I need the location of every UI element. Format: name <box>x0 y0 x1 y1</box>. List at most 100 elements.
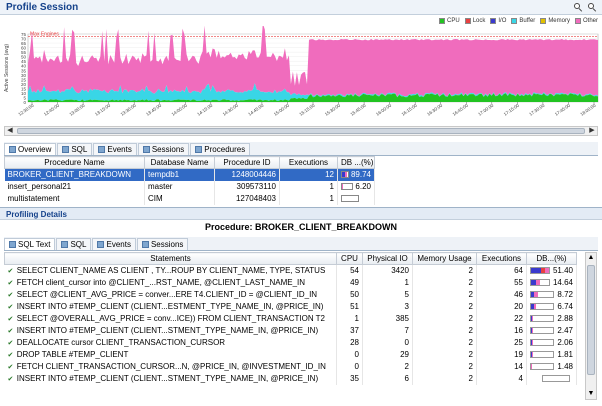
db-percent-value: 2.47 <box>557 326 573 335</box>
tab-sql[interactable]: SQL <box>56 238 92 250</box>
statements-table: Statements CPU Physical IO Memory Usage Exec… <box>4 252 577 385</box>
statement-icon: ✔ <box>7 328 14 335</box>
scroll-right-icon[interactable]: ▶ <box>587 127 597 135</box>
tab-sql[interactable]: SQL <box>57 143 93 155</box>
statement-icon: ✔ <box>7 364 14 371</box>
column-header[interactable]: DB ...(%) <box>337 156 375 169</box>
statement-text: INSERT INTO #TEMP_CLIENT (CLIENT...STMEN… <box>16 326 319 335</box>
statement-icon: ✔ <box>7 376 14 383</box>
statement-icon: ✔ <box>7 280 14 287</box>
db-percent-value: 6.20 <box>355 182 371 191</box>
column-header[interactable]: Statements <box>4 252 337 265</box>
physical-io-cell: 3 <box>362 300 413 313</box>
scroll-up-icon[interactable]: ▲ <box>586 253 596 263</box>
statement-row[interactable]: ✔ INSERT INTO #TEMP_CLIENT (CLIENT...STM… <box>4 324 577 337</box>
column-header[interactable]: Procedure Name <box>4 156 145 169</box>
statement-row[interactable]: ✔ SELECT CLIENT_NAME AS CLIENT , TY...RO… <box>4 264 577 277</box>
tab-sessions[interactable]: Sessions <box>137 143 190 155</box>
column-header[interactable]: DB...(%) <box>526 252 577 265</box>
statement-cell: ✔ SELECT CLIENT_NAME AS CLIENT , TY...RO… <box>4 264 337 277</box>
scroll-thumb[interactable] <box>587 265 595 375</box>
scroll-down-icon[interactable]: ▼ <box>586 389 596 399</box>
x-tick-label: 13:45:00 <box>145 102 163 116</box>
statement-icon: ✔ <box>7 316 14 323</box>
statement-row[interactable]: ✔ FETCH CLIENT_TRANSACTION_CURSOR...N, @… <box>4 360 577 373</box>
tab-procedures[interactable]: Procedures <box>190 143 251 155</box>
column-header[interactable]: Procedure ID <box>214 156 280 169</box>
max-engines-label: Max Engines <box>30 32 59 38</box>
x-tick-label: 17:30:00 <box>528 102 546 116</box>
x-tick-label: 15:45:00 <box>349 102 367 116</box>
db-percent-value: 8.72 <box>557 290 573 299</box>
table-row[interactable]: multistatement CIM 127048403 1 <box>4 192 375 205</box>
executions-cell: 22 <box>476 312 527 325</box>
chart-horizontal-scrollbar[interactable]: ◀ ▶ <box>4 126 598 136</box>
executions-cell: 4 <box>476 372 527 385</box>
tab-overview[interactable]: Overview <box>4 143 57 155</box>
procedure-id-cell: 309573110 <box>214 180 280 193</box>
y-tick-label: 40 <box>21 64 27 69</box>
profiling-details-title: Profiling Details <box>6 210 67 219</box>
y-tick-label: 65 <box>21 41 27 46</box>
overview-tabbar: Overview SQL Events Sessions Procedures <box>4 142 598 156</box>
statement-row[interactable]: ✔ DEALLOCATE cursor CLIENT_TRANSACTION_C… <box>4 336 577 349</box>
column-header[interactable]: Executions <box>279 156 338 169</box>
statement-cell: ✔ INSERT INTO #TEMP_CLIENT (CLIENT...EST… <box>4 300 337 313</box>
x-tick-label: 15:15:00 <box>298 102 316 116</box>
x-tick-label: 13:30:00 <box>120 102 138 116</box>
executions-cell: 64 <box>476 264 527 277</box>
scroll-left-icon[interactable]: ◀ <box>5 127 15 135</box>
statement-row[interactable]: ✔ DROP TABLE #TEMP_CLIENT 0 29 2 19 1.81 <box>4 348 577 361</box>
legend-item: Buffer <box>511 18 535 24</box>
column-header[interactable]: Database Name <box>144 156 215 169</box>
table-row[interactable]: insert_personal21 master 309573110 1 6.20 <box>4 180 375 193</box>
x-tick-label: 16:30:00 <box>426 102 444 116</box>
tab-events[interactable]: Events <box>92 238 136 250</box>
physical-io-cell: 5 <box>362 288 413 301</box>
statement-text: SELECT @CLIENT_AVG_PRICE = conver...ERE … <box>16 290 318 299</box>
memory-usage-cell: 2 <box>412 300 477 313</box>
profile-session-header: Profile Session <box>0 0 602 15</box>
y-tick-label: 70 <box>21 37 27 42</box>
x-tick-label: 14:15:00 <box>196 102 214 116</box>
db-percent-bar <box>530 291 555 298</box>
y-tick-label: 30 <box>21 73 27 78</box>
db-percent-bar <box>530 351 555 358</box>
profile-session-title: Profile Session <box>6 2 79 13</box>
column-header[interactable]: CPU <box>336 252 363 265</box>
statement-row[interactable]: ✔ INSERT INTO #TEMP_CLIENT (CLIENT...STM… <box>4 372 577 385</box>
memory-usage-cell: 2 <box>412 348 477 361</box>
tab-label: Sessions <box>150 240 184 249</box>
statement-text: SELECT @OVERALL_AVG_PRICE = conv...ICE))… <box>16 314 326 323</box>
tab-events[interactable]: Events <box>93 143 137 155</box>
db-percent-bar <box>530 303 555 310</box>
column-header[interactable]: Physical IO <box>362 252 413 265</box>
db-percent-value: 89.74 <box>350 170 371 180</box>
memory-usage-cell: 2 <box>412 336 477 349</box>
statement-row[interactable]: ✔ SELECT @CLIENT_AVG_PRICE = conver...ER… <box>4 288 577 301</box>
table-row[interactable]: BROKER_CLIENT_BREAKDOWN tempdb1 1248004446… <box>4 168 375 181</box>
db-percent-bar <box>542 375 570 382</box>
tab-label: SQL <box>70 240 87 249</box>
column-header[interactable]: Memory Usage <box>412 252 477 265</box>
memory-usage-cell: 2 <box>412 360 477 373</box>
db-percent-bar <box>341 183 354 190</box>
statement-row[interactable]: ✔ FETCH client_cursor into @CLIENT_...RS… <box>4 276 577 289</box>
statement-row[interactable]: ✔ SELECT @OVERALL_AVG_PRICE = conv...ICE… <box>4 312 577 325</box>
zoom-in-icon[interactable] <box>574 3 583 12</box>
x-tick-label: 16:45:00 <box>452 102 470 116</box>
tab-sessions[interactable]: Sessions <box>136 238 189 250</box>
db-percent-cell: 1.81 <box>526 348 577 361</box>
executions-cell: 25 <box>476 336 527 349</box>
legend-swatch <box>540 18 547 24</box>
column-header[interactable]: Executions <box>476 252 527 265</box>
scroll-thumb[interactable] <box>17 128 585 134</box>
db-percent-cell: 51.40 <box>526 264 577 277</box>
statement-row[interactable]: ✔ INSERT INTO #TEMP_CLIENT (CLIENT...EST… <box>4 300 577 313</box>
zoom-out-icon[interactable] <box>588 3 597 12</box>
db-percent-value: 1.81 <box>557 350 573 359</box>
statements-vertical-scrollbar[interactable]: ▲ ▼ <box>585 252 597 400</box>
x-tick-label: 16:00:00 <box>375 102 393 116</box>
tab-sql-text[interactable]: SQL Text <box>4 238 56 250</box>
db-percent-cell: 14.64 <box>526 276 577 289</box>
